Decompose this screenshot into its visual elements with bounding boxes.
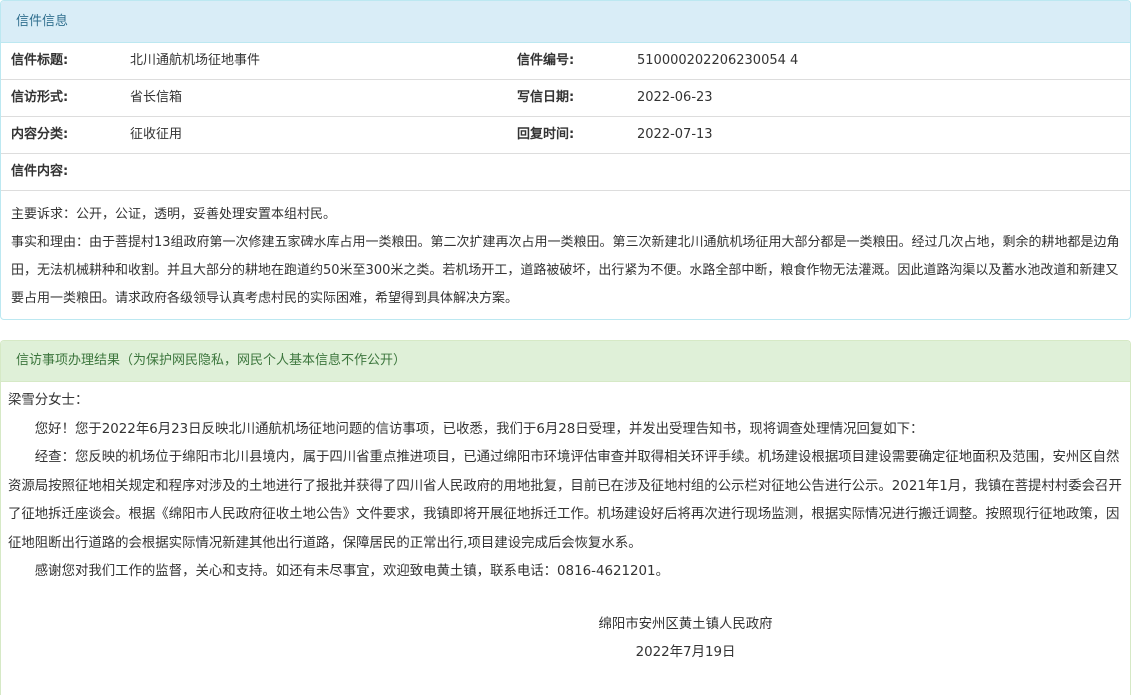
letter-number-label: 信件编号: (517, 53, 575, 68)
reply-signature-org: 绵阳市安州区黄土镇人民政府 (598, 616, 773, 632)
info-row-form: 信访形式: 省长信箱 写信日期: 2022-06-23 (1, 80, 1130, 117)
letter-info-heading: 信件信息 (1, 1, 1130, 43)
letter-content-facts: 事实和理由：由于菩提村13组政府第一次修建五家碑水库占用一类粮田。第二次扩建再次… (11, 235, 1120, 306)
reply-time-label: 回复时间: (517, 127, 575, 142)
reply-signature-date: 2022年7月19日 (635, 645, 736, 660)
letter-title-value: 北川通航机场征地事件 (130, 53, 261, 68)
reply-paragraph-greeting: 您好！您于2022年6月23日反映北川通航机场征地问题的信访事项，已收悉，我们于… (34, 421, 924, 437)
letter-number-value: 510000202206230054 4 (637, 53, 799, 68)
content-category-value: 征收征用 (130, 127, 183, 142)
petition-form-label: 信访形式: (11, 90, 69, 105)
result-panel: 信访事项办理结果（为保护网民隐私，网民个人基本信息不作公开） 梁雪分女士： 您好… (0, 340, 1131, 695)
reply-paragraph-thanks: 感谢您对我们工作的监督，关心和支持。如还有未尽事宜，欢迎致电黄土镇，联系电话：0… (34, 564, 669, 579)
reply-time-value: 2022-07-13 (637, 127, 713, 142)
petition-form-value: 省长信箱 (130, 90, 183, 105)
reply-salutation: 梁雪分女士： (8, 393, 89, 408)
letter-content: 主要诉求：公开，公证，透明，妥善处理安置本组村民。 事实和理由：由于菩提村13组… (1, 191, 1130, 313)
result-heading: 信访事项办理结果（为保护网民隐私，网民个人基本信息不作公开） (1, 341, 1130, 382)
letter-content-label: 信件内容: (11, 164, 69, 179)
letter-info-panel: 信件信息 信件标题: 北川通航机场征地事件 信件编号: 510000202206… (0, 0, 1131, 320)
write-date-label: 写信日期: (517, 90, 575, 105)
info-row-category: 内容分类: 征收征用 回复时间: 2022-07-13 (1, 117, 1130, 154)
letter-title-label: 信件标题: (11, 53, 69, 68)
write-date-value: 2022-06-23 (637, 90, 713, 105)
content-category-label: 内容分类: (11, 127, 69, 142)
info-row-content-label: 信件内容: (1, 154, 1130, 191)
reply-body: 梁雪分女士： 您好！您于2022年6月23日反映北川通航机场征地问题的信访事项，… (1, 382, 1130, 668)
info-row-title: 信件标题: 北川通航机场征地事件 信件编号: 51000020220623005… (1, 43, 1130, 80)
letter-content-demand: 主要诉求：公开，公证，透明，妥善处理安置本组村民。 (11, 207, 337, 222)
reply-paragraph-investigation: 经查：您反映的机场位于绵阳市北川县境内，属于四川省重点推进项目，已通过绵阳市环境… (8, 450, 1122, 551)
